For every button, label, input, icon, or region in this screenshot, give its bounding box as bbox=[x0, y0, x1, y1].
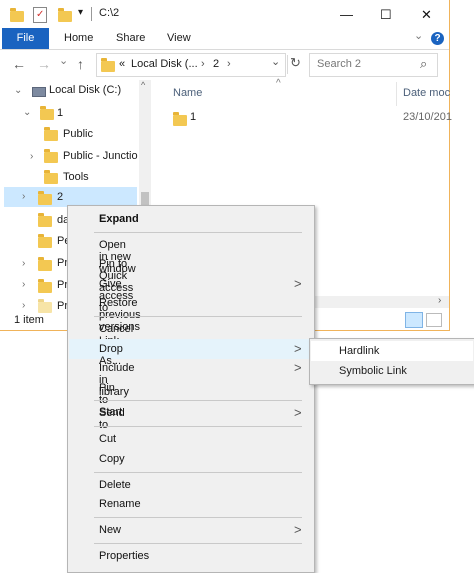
breadcrumb-overflow[interactable]: « bbox=[119, 58, 125, 70]
search-input[interactable]: Search 2 bbox=[317, 58, 361, 70]
chevron-right-icon[interactable]: › bbox=[22, 191, 25, 202]
chevron-right-icon: > bbox=[294, 276, 302, 291]
menu-item-copy[interactable]: Copy bbox=[99, 453, 125, 465]
address-folder-icon bbox=[101, 58, 115, 72]
folder-icon bbox=[10, 8, 24, 22]
folder-icon bbox=[38, 234, 52, 248]
menu-separator bbox=[94, 316, 302, 317]
menu-item-send-to[interactable]: Send to bbox=[99, 407, 125, 431]
menu-separator bbox=[94, 400, 302, 401]
up-icon[interactable]: ↑ bbox=[77, 56, 84, 72]
submenu-item-hardlink[interactable]: Hardlink bbox=[339, 345, 379, 357]
tree-item-2[interactable]: 2 bbox=[57, 191, 63, 203]
drop-as-submenu: Hardlink Symbolic Link bbox=[309, 338, 474, 385]
submenu-item-hardlink-highlight[interactable] bbox=[311, 341, 473, 361]
folder-icon bbox=[38, 279, 52, 293]
menu-separator bbox=[94, 543, 302, 544]
title-bar: ✓ ▾ C:\2 — ☐ ✕ bbox=[0, 0, 449, 28]
scroll-up-icon[interactable]: ^ bbox=[141, 80, 145, 90]
tree-item-public-junction[interactable]: Public - Junctio bbox=[63, 150, 138, 162]
chevron-right-icon: > bbox=[294, 360, 302, 375]
folder-icon bbox=[40, 106, 54, 120]
menu-item-rename[interactable]: Rename bbox=[99, 498, 141, 510]
quick-access-dropdown-icon[interactable]: ▾ bbox=[78, 7, 83, 18]
menu-separator bbox=[94, 232, 302, 233]
properties-icon[interactable]: ✓ bbox=[33, 7, 47, 23]
file-row-name: 1 bbox=[190, 111, 197, 123]
breadcrumb-2[interactable]: 2 bbox=[213, 58, 219, 70]
tree-item-public[interactable]: Public bbox=[63, 128, 93, 140]
tab-home[interactable]: Home bbox=[64, 32, 93, 44]
menu-item-new[interactable]: New bbox=[99, 524, 121, 536]
search-box[interactable]: Search 2 ⌕ bbox=[309, 53, 438, 77]
tree-item-local-disk[interactable]: Local Disk (C:) bbox=[49, 84, 121, 96]
chevron-right-icon[interactable]: › bbox=[30, 151, 33, 162]
tab-share[interactable]: Share bbox=[116, 32, 145, 44]
refresh-icon[interactable]: ↻ bbox=[287, 55, 304, 74]
new-folder-icon[interactable] bbox=[58, 8, 72, 22]
tree-item-1[interactable]: 1 bbox=[57, 107, 63, 119]
column-header-date[interactable]: Date moc bbox=[403, 87, 450, 99]
folder-icon bbox=[38, 191, 52, 205]
chevron-right-icon: > bbox=[294, 522, 302, 537]
chevron-right-icon[interactable]: › bbox=[22, 258, 25, 269]
submenu-item-symbolic-link[interactable]: Symbolic Link bbox=[339, 365, 407, 377]
file-row-date: 23/10/201 bbox=[403, 111, 452, 123]
file-row[interactable]: 1 23/10/201 bbox=[152, 107, 452, 127]
item-count: 1 item bbox=[14, 314, 44, 326]
ribbon-expand-icon[interactable]: ⌄ bbox=[414, 29, 423, 42]
chevron-down-icon[interactable]: ⌄ bbox=[14, 85, 22, 96]
tab-view[interactable]: View bbox=[167, 32, 191, 44]
breadcrumb-separator[interactable]: › bbox=[201, 58, 205, 70]
folder-icon bbox=[38, 257, 52, 271]
chevron-right-icon: > bbox=[294, 405, 302, 420]
folder-icon bbox=[44, 127, 58, 141]
maximize-button[interactable]: ☐ bbox=[380, 7, 392, 23]
title-separator bbox=[91, 7, 92, 21]
forward-icon[interactable]: → bbox=[37, 56, 51, 72]
junction-folder-icon bbox=[44, 149, 58, 163]
details-view-icon[interactable] bbox=[405, 312, 423, 328]
tab-file[interactable]: File bbox=[2, 28, 49, 49]
scroll-right-icon[interactable]: › bbox=[438, 295, 441, 306]
address-bar[interactable]: « Local Disk (... › 2 › ⌄ bbox=[96, 53, 286, 77]
chevron-right-icon[interactable]: › bbox=[22, 279, 25, 290]
chevron-right-icon: > bbox=[294, 341, 302, 356]
menu-item-expand[interactable]: Expand bbox=[99, 213, 139, 225]
menu-separator bbox=[94, 472, 302, 473]
column-header-name[interactable]: Name bbox=[173, 87, 202, 99]
breadcrumb-local-disk[interactable]: Local Disk (... bbox=[131, 58, 198, 70]
breadcrumb-separator-2[interactable]: › bbox=[227, 58, 231, 70]
menu-item-properties[interactable]: Properties bbox=[99, 550, 149, 562]
close-button[interactable]: ✕ bbox=[421, 7, 432, 23]
minimize-button[interactable]: — bbox=[340, 7, 353, 22]
back-icon[interactable]: ← bbox=[12, 56, 26, 72]
address-dropdown-icon[interactable]: ⌄ bbox=[271, 55, 280, 68]
ribbon-tabs: File Home Share View ⌄ ? bbox=[0, 28, 449, 49]
horizontal-scrollbar[interactable]: › bbox=[302, 295, 449, 308]
help-icon[interactable]: ? bbox=[431, 32, 444, 45]
search-icon[interactable]: ⌕ bbox=[420, 56, 427, 72]
large-icons-view-icon[interactable] bbox=[426, 313, 442, 327]
tree-item-tools[interactable]: Tools bbox=[63, 171, 89, 183]
recent-dropdown-icon[interactable]: ⌄ bbox=[59, 54, 68, 67]
sort-indicator-icon: ^ bbox=[276, 78, 281, 89]
window-title: C:\2 bbox=[99, 7, 120, 19]
junction-folder-icon bbox=[173, 112, 187, 126]
menu-item-cut[interactable]: Cut bbox=[99, 433, 116, 445]
menu-item-delete[interactable]: Delete bbox=[99, 479, 131, 491]
menu-separator bbox=[94, 426, 302, 427]
menu-separator bbox=[94, 517, 302, 518]
nav-bar: ← → ⌄ ↑ « Local Disk (... › 2 › ⌄ ↻ Sear… bbox=[0, 50, 449, 80]
column-divider[interactable] bbox=[396, 82, 397, 106]
folder-icon bbox=[38, 213, 52, 227]
drive-icon bbox=[32, 87, 46, 97]
chevron-down-icon[interactable]: ⌄ bbox=[23, 107, 31, 118]
folder-icon bbox=[44, 170, 58, 184]
